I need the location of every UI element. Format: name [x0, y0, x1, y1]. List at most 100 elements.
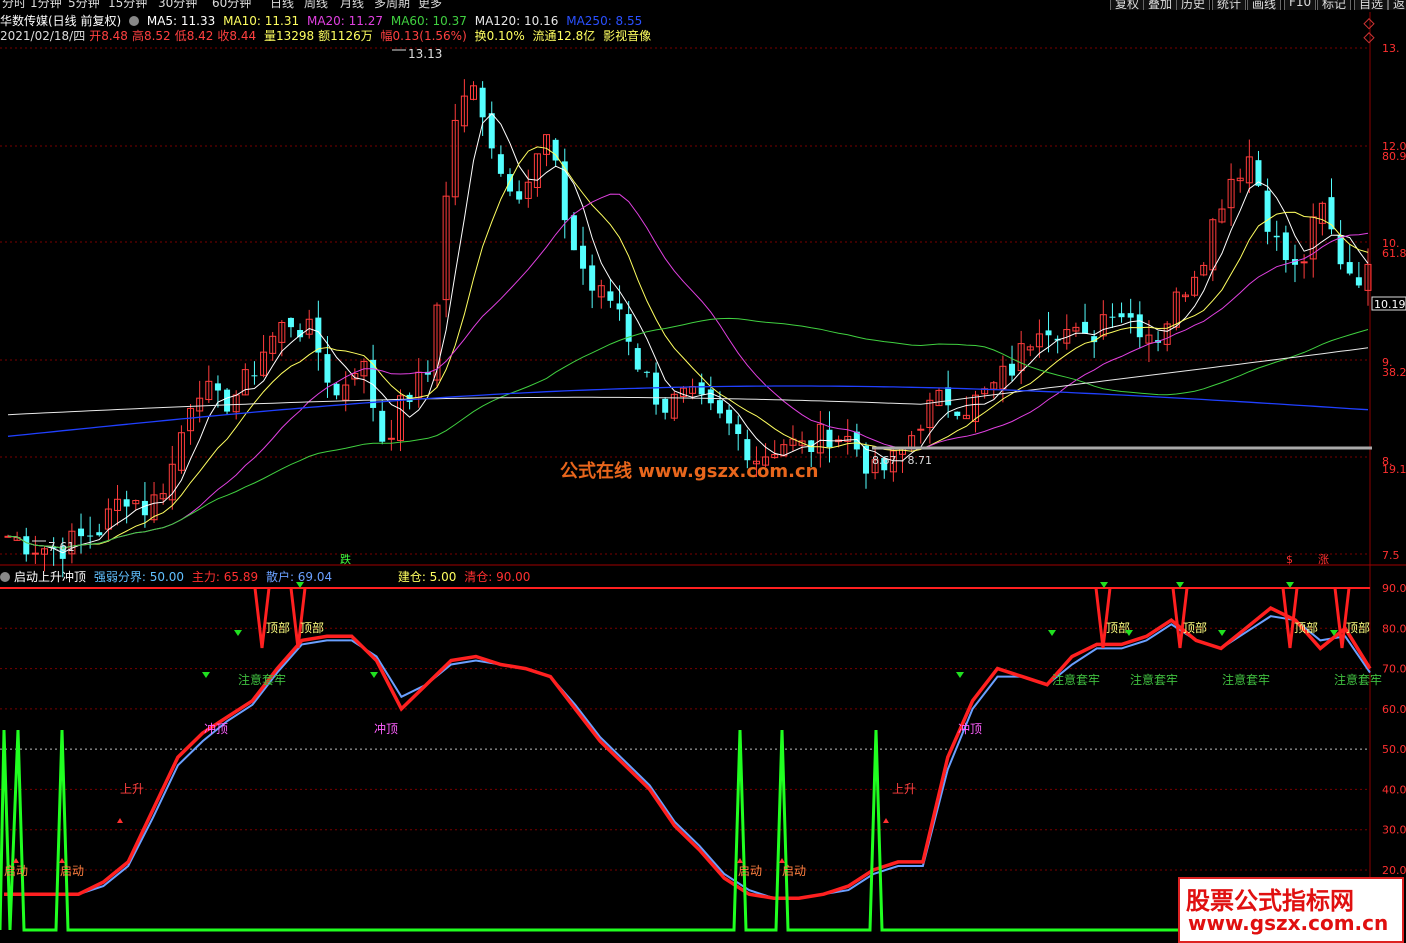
candle-body-down	[707, 389, 714, 404]
start-label: 启动	[738, 864, 762, 878]
up-arrow-icon	[59, 858, 65, 863]
candle-body-down	[580, 245, 587, 269]
price-axis-label: 80.9	[1382, 150, 1406, 163]
current-price-label: 10.19	[1374, 298, 1406, 311]
indicator-axis-label: 20.0	[1382, 864, 1406, 877]
candle-body-down	[87, 535, 94, 537]
candle-body-down	[379, 410, 386, 442]
candle-body-down	[497, 154, 504, 174]
candle-body-down	[643, 371, 650, 373]
down-arrow-icon	[956, 672, 964, 678]
candle-body-down	[214, 383, 221, 391]
candle-body-down	[333, 383, 340, 396]
indicator-axis-label: 50.0	[1382, 743, 1406, 756]
candle-body-down	[1009, 363, 1016, 376]
candle-body-down	[662, 398, 669, 413]
candle-body-up	[917, 428, 925, 431]
watch-label: 注意套牢	[238, 672, 286, 687]
candle-body-down	[1082, 321, 1089, 334]
candle-body-down	[1109, 316, 1116, 318]
down-arrow-icon	[1048, 630, 1056, 636]
candle-body-down	[251, 375, 258, 377]
ma20-line	[7, 193, 1369, 549]
watermark-corner-url: www.gszx.com.cn	[1188, 911, 1389, 935]
candle-body-down	[1127, 313, 1134, 318]
watch-label: 注意套牢	[1052, 672, 1100, 687]
scroll-marker-icon	[1363, 18, 1375, 30]
watch-label: 注意套牢	[1334, 672, 1382, 687]
candle-body-down	[716, 400, 723, 414]
watch-label: 注意套牢	[1222, 672, 1270, 687]
indicator-axis-label: 90.0	[1382, 582, 1406, 595]
price-axis-label: 38.2	[1382, 366, 1406, 379]
candle-body-up	[31, 552, 39, 555]
candle-body-down	[1346, 262, 1353, 274]
candle-body-down	[698, 382, 705, 395]
price-axis-label: 61.8	[1382, 247, 1406, 260]
candle-body-down	[123, 499, 130, 507]
top-label: 顶部	[1294, 620, 1318, 635]
watermark-corner: 股票公式指标网 www.gszx.com.cn	[1178, 877, 1404, 943]
candle-body-down	[287, 317, 294, 328]
high-mark-label: 13.13	[408, 47, 442, 61]
candle-body-down	[324, 354, 331, 383]
zhang-marker: 涨	[1318, 553, 1329, 566]
ma10-line	[7, 146, 1369, 549]
watermark-center: 公式在线 www.gszx.com.cn	[560, 461, 819, 482]
top-label: 顶部	[1183, 620, 1207, 635]
rise-label: 上升	[892, 782, 916, 796]
dollar-marker: $	[1286, 553, 1293, 566]
candle-body-down	[1136, 314, 1143, 338]
down-arrow-icon	[234, 630, 242, 636]
start-label: 启动	[782, 864, 806, 878]
top-spike	[1094, 587, 1112, 649]
start-label: 启动	[60, 864, 84, 878]
candle-body-down	[96, 532, 103, 536]
candle-body-down	[616, 303, 623, 310]
candle-body-down	[224, 389, 231, 412]
candle-body-down	[488, 113, 495, 149]
candle-body-down	[78, 528, 85, 537]
down-arrow-icon	[202, 672, 210, 678]
candle-body-down	[653, 372, 660, 405]
candle-body-down	[726, 409, 733, 424]
indicator-axis-label: 70.0	[1382, 663, 1406, 676]
candle-body-down	[954, 411, 961, 416]
top-label: 顶部	[300, 620, 324, 635]
candle-body-down	[479, 87, 486, 118]
watch-label: 注意套牢	[1130, 672, 1178, 687]
candle-body-up	[387, 437, 395, 440]
candle-body-down	[1118, 313, 1125, 318]
candle-body-down	[634, 348, 641, 370]
indicator-axis-label: 30.0	[1382, 824, 1406, 837]
candle-body-down	[1273, 235, 1280, 238]
start-label: 启动	[4, 864, 28, 878]
top-label: 顶部	[1106, 620, 1130, 635]
up-arrow-icon	[883, 818, 889, 823]
down-arrow-icon	[1218, 630, 1226, 636]
candle-body-down	[853, 431, 860, 450]
top-label: 顶部	[266, 620, 290, 635]
rush-label: 冲顶	[958, 721, 982, 736]
scroll-marker-icon	[1363, 32, 1375, 44]
candle-body-up	[1300, 261, 1308, 264]
main-line	[4, 606, 1372, 900]
low-mark-label: 7.61	[48, 540, 75, 554]
candle-body-down	[141, 500, 148, 516]
indicator-axis-label: 60.0	[1382, 703, 1406, 716]
up-arrow-icon	[117, 818, 123, 823]
candle-body-down	[1337, 235, 1344, 265]
candle-body-down	[1355, 277, 1362, 286]
indicator-axis-label: 40.0	[1382, 783, 1406, 796]
rise-label: 上升	[120, 782, 144, 796]
candle-body-down	[826, 429, 833, 448]
retail-line	[4, 615, 1371, 900]
top-label: 顶部	[1346, 620, 1370, 635]
range-mark-label: 8.67 - 8.71	[872, 454, 932, 467]
top-spike	[1171, 587, 1189, 649]
up-arrow-icon	[737, 858, 743, 863]
candle-body-down	[23, 536, 30, 555]
candle-body-down	[945, 387, 952, 406]
rush-label: 冲顶	[374, 721, 398, 736]
candle-body-down	[570, 215, 577, 251]
